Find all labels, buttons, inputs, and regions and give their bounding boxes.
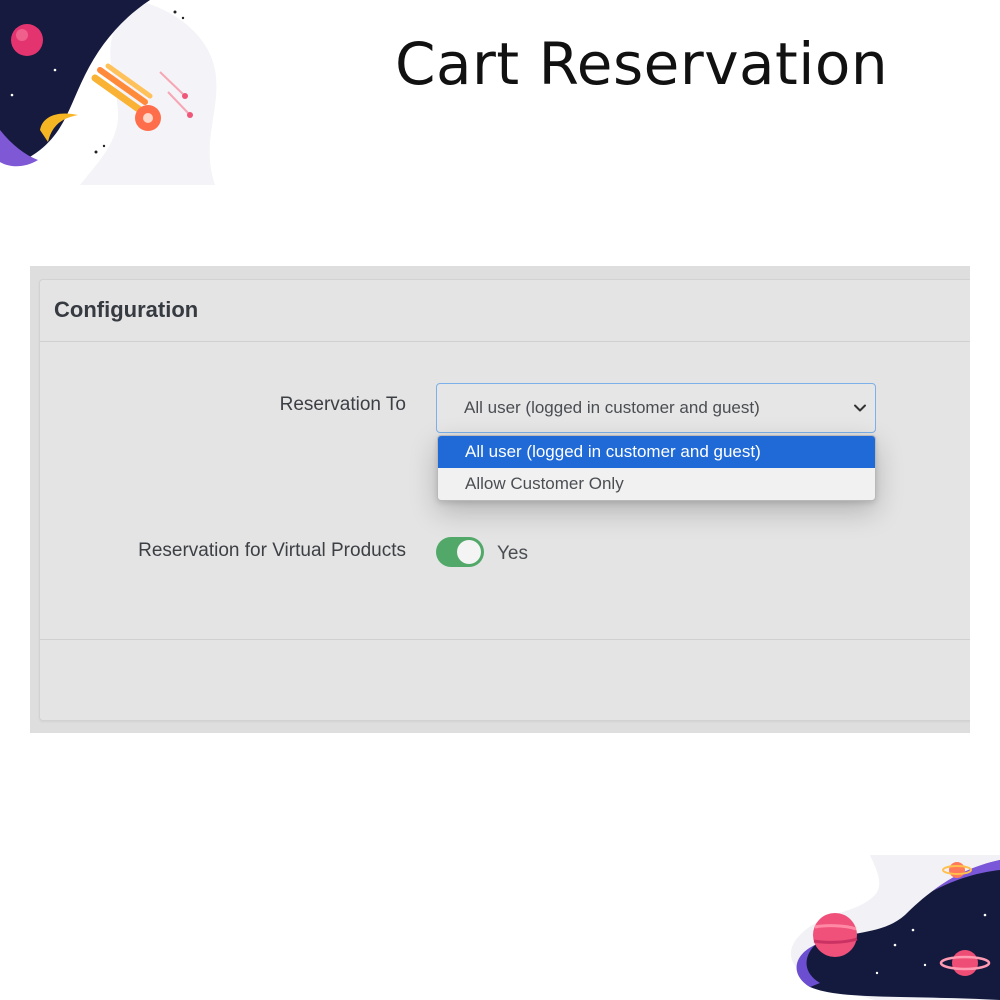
- panel-title: Configuration: [54, 297, 199, 322]
- planet-space-illustration: [790, 855, 1000, 1000]
- chevron-down-icon: [854, 404, 866, 412]
- toggle-knob: [457, 540, 481, 564]
- reservation-to-label: Reservation To: [279, 394, 406, 415]
- reservation-to-select[interactable]: All user (logged in customer and guest): [436, 383, 876, 433]
- comet-space-illustration: [0, 0, 217, 185]
- planet-icon: [813, 913, 858, 957]
- panel-header: Configuration: [40, 280, 970, 342]
- virtual-products-toggle[interactable]: [436, 537, 484, 567]
- dropdown-option-customer-only[interactable]: Allow Customer Only: [438, 468, 875, 500]
- configuration-panel: Configuration Reservation To All user (l…: [39, 279, 970, 721]
- virtual-products-label: Reservation for Virtual Products: [138, 540, 406, 561]
- select-current-value: All user (logged in customer and guest): [464, 398, 760, 417]
- reservation-to-dropdown: All user (logged in customer and guest) …: [437, 435, 876, 501]
- page-title: Cart Reservation: [395, 30, 889, 98]
- toggle-state-label: Yes: [497, 543, 528, 564]
- dropdown-option-all-user[interactable]: All user (logged in customer and guest): [438, 436, 875, 468]
- config-screenshot: Configuration Reservation To All user (l…: [30, 266, 970, 733]
- panel-footer-divider: [40, 639, 970, 640]
